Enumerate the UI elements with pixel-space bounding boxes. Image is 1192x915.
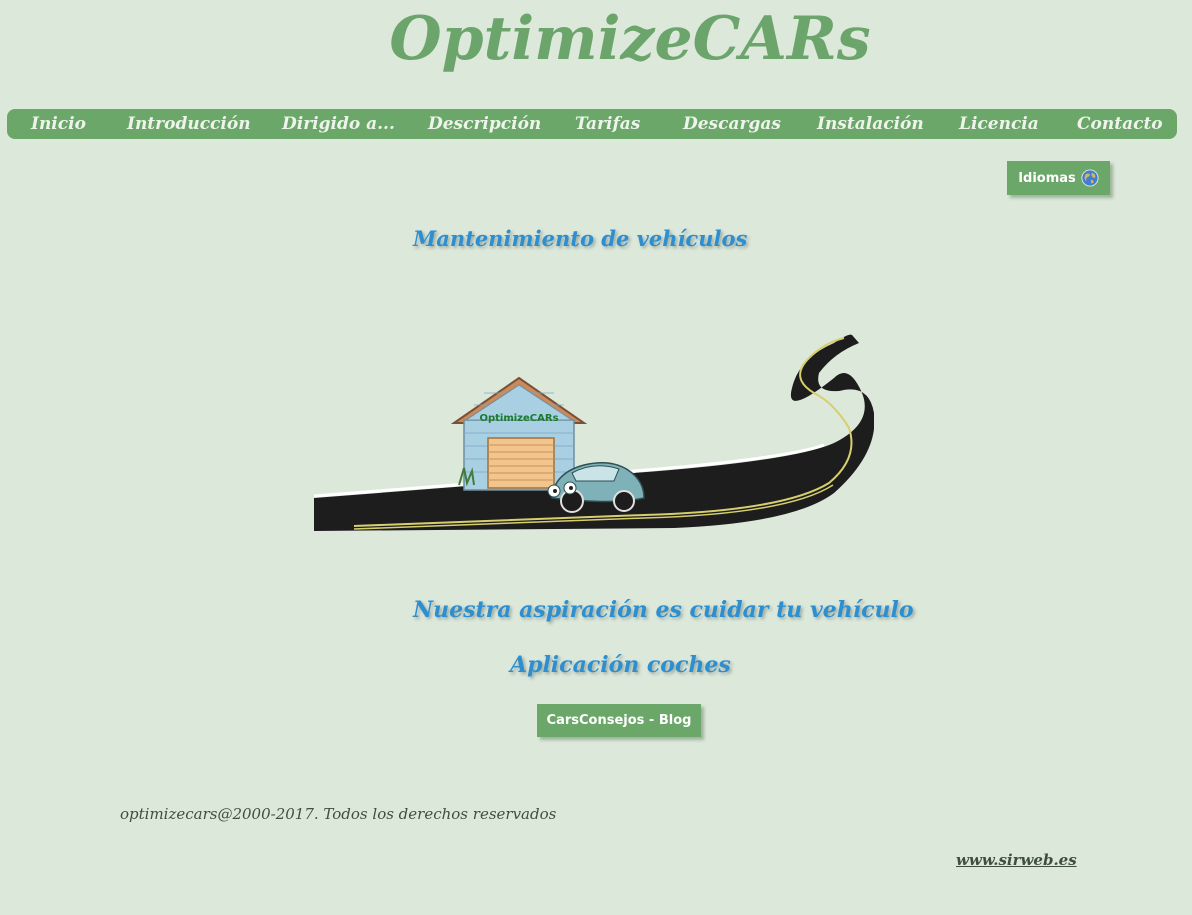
nav-item-inicio[interactable]: Inicio bbox=[31, 109, 86, 139]
garage-sign-text: OptimizeCARs bbox=[479, 413, 558, 424]
nav-item-instalacion[interactable]: Instalación bbox=[817, 109, 924, 139]
site-title: OptimizeCARs bbox=[389, 4, 871, 74]
garage-road-illustration: OptimizeCARs bbox=[314, 334, 874, 531]
app-heading: Aplicación coches bbox=[510, 652, 731, 678]
blog-button[interactable]: CarsConsejos - Blog bbox=[537, 704, 701, 737]
nav-item-contacto[interactable]: Contacto bbox=[1077, 109, 1163, 139]
nav-item-dirigido[interactable]: Dirigido a... bbox=[282, 109, 395, 139]
nav-item-licencia[interactable]: Licencia bbox=[959, 109, 1039, 139]
language-button[interactable]: Idiomas bbox=[1007, 161, 1110, 195]
main-nav: Inicio Introducción Dirigido a... Descri… bbox=[7, 109, 1177, 139]
maintenance-heading: Mantenimiento de vehículos bbox=[413, 226, 748, 251]
nav-item-descargas[interactable]: Descargas bbox=[683, 109, 781, 139]
nav-item-introduccion[interactable]: Introducción bbox=[127, 109, 251, 139]
language-label: Idiomas bbox=[1018, 170, 1076, 186]
sirweb-link[interactable]: www.sirweb.es bbox=[956, 851, 1077, 869]
nav-item-tarifas[interactable]: Tarifas bbox=[575, 109, 640, 139]
copyright-text: optimizecars@2000-2017. Todos los derech… bbox=[120, 805, 557, 823]
globe-icon bbox=[1081, 169, 1099, 187]
slogan-heading: Nuestra aspiración es cuidar tu vehículo bbox=[413, 597, 914, 623]
nav-item-descripcion[interactable]: Descripción bbox=[428, 109, 541, 139]
